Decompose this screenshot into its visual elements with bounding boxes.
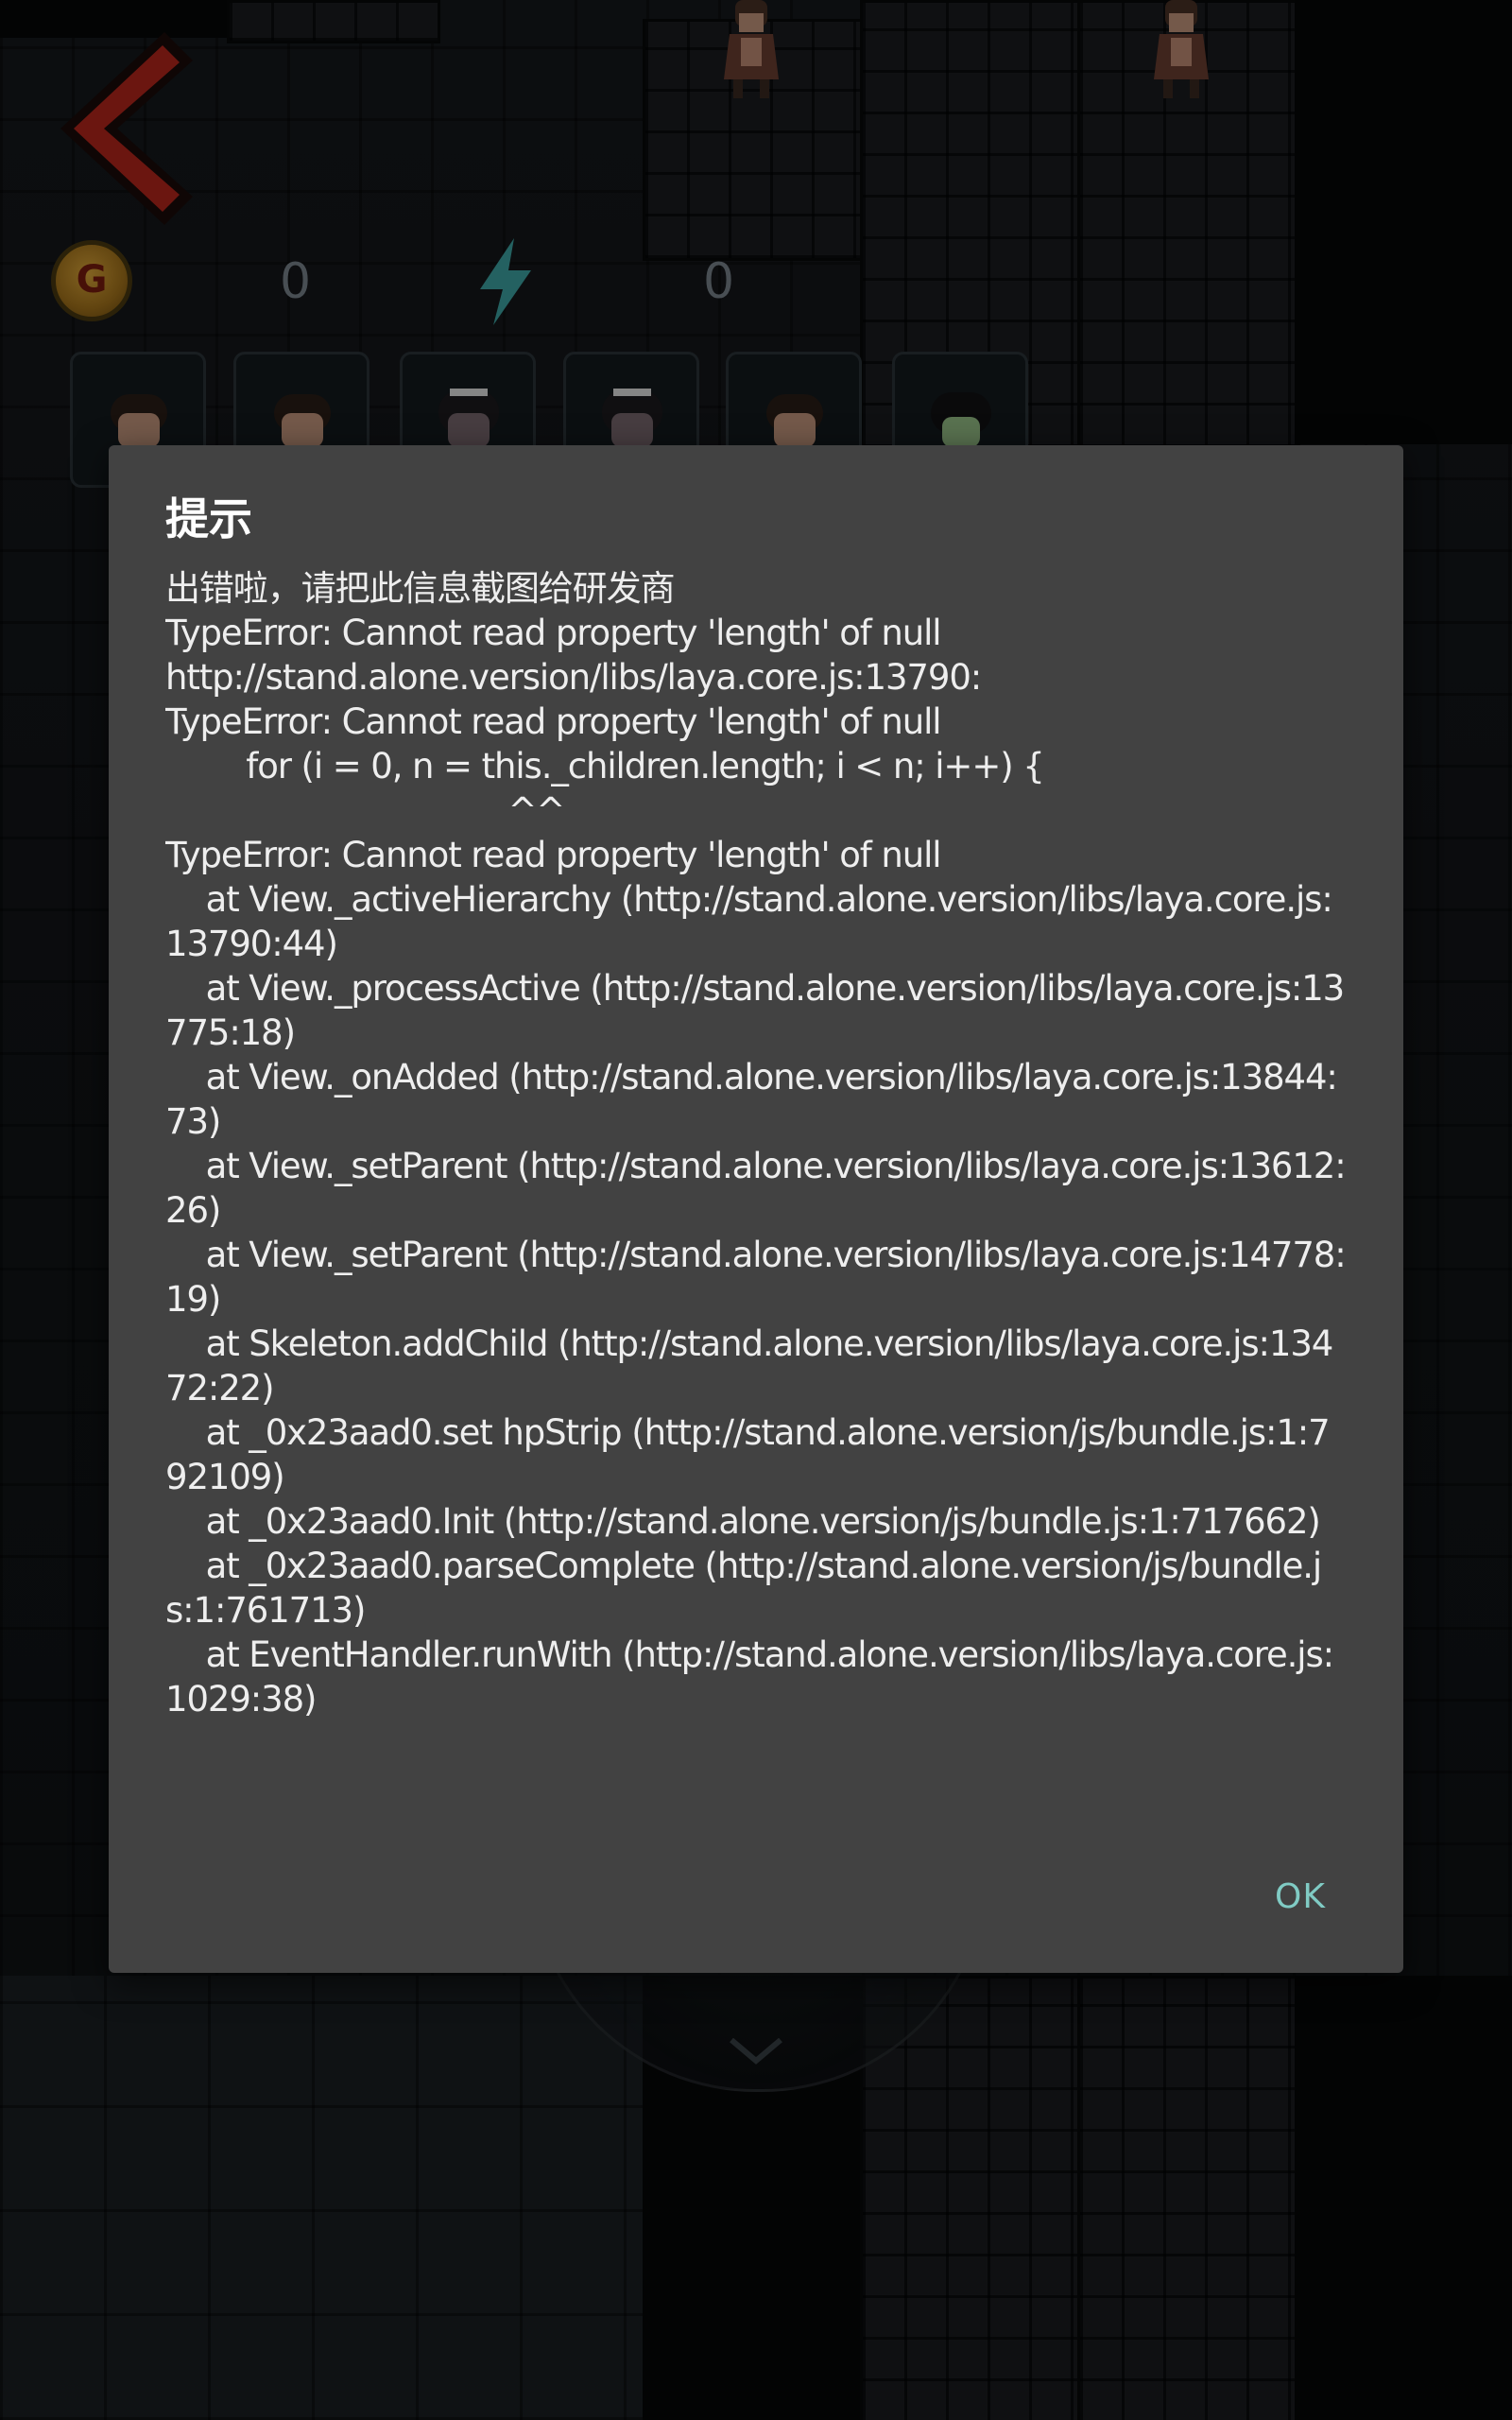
dialog-message: 出错啦，请把此信息截图给研发商 TypeError: Cannot read p… [165,568,1347,1720]
dialog-actions: OK [1263,1868,1337,1926]
game-screen: G 0 0 提示 出错啦，请把此信息截图给研发商 TypeError: Cann… [0,0,1512,2420]
error-alert-dialog: 提示 出错啦，请把此信息截图给研发商 TypeError: Cannot rea… [109,445,1403,1973]
dialog-title: 提示 [165,493,252,544]
ok-button[interactable]: OK [1263,1868,1337,1926]
